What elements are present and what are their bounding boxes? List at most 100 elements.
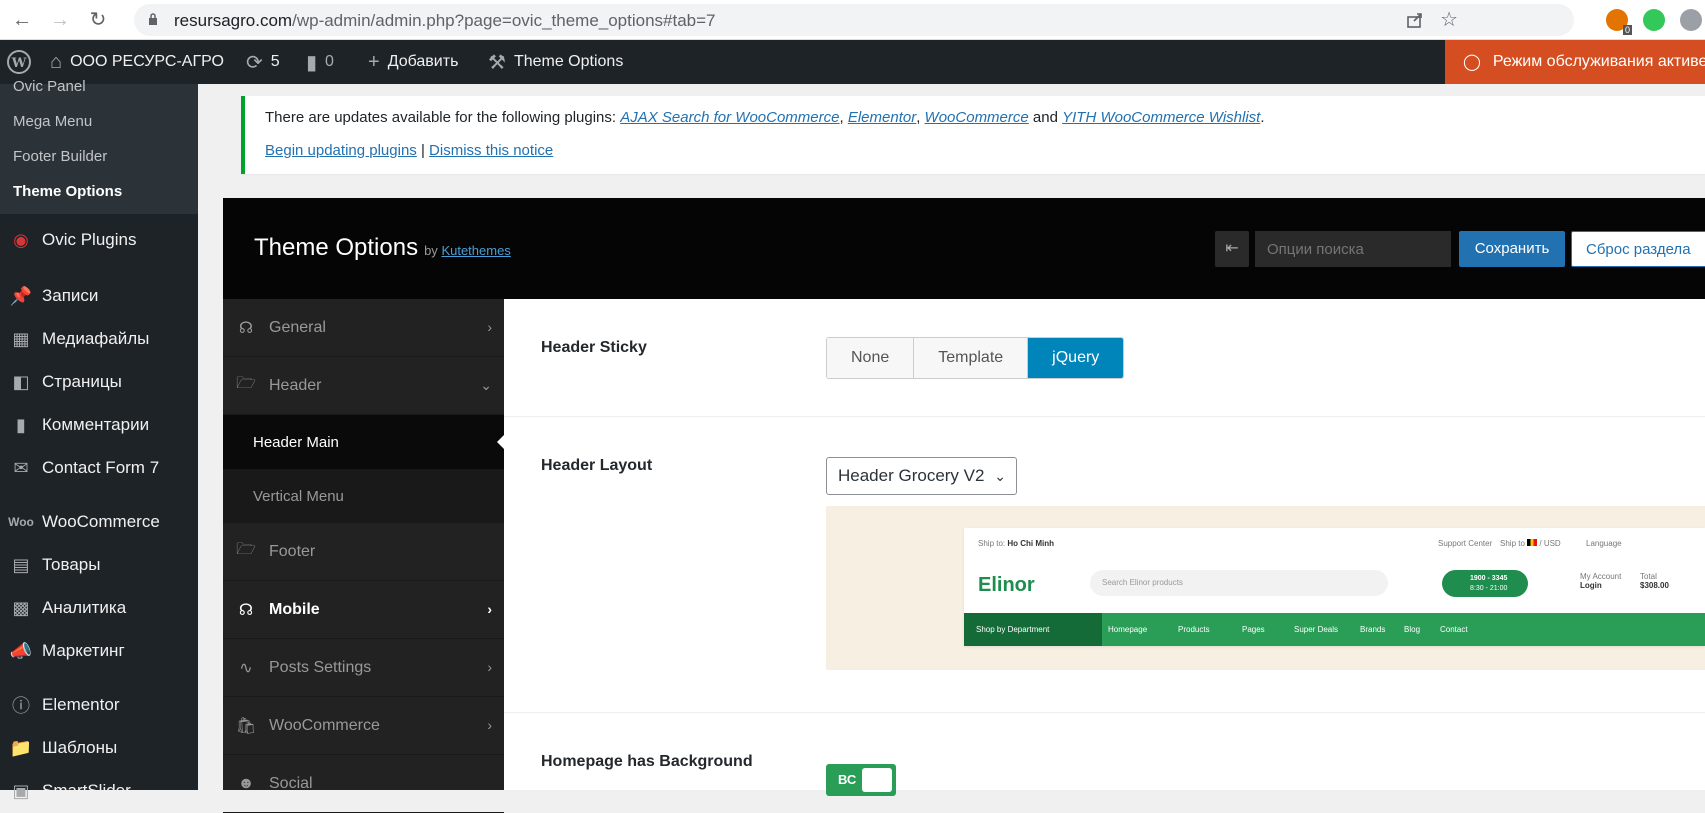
plugin-link-yith-wishlist[interactable]: YITH WooCommerce Wishlist bbox=[1062, 109, 1260, 126]
site-name: ООО РЕСУРС-АГРО bbox=[70, 53, 224, 70]
chevron-down-icon: ⌄ bbox=[994, 468, 1006, 484]
svg-text:W: W bbox=[11, 56, 27, 71]
flag-icon bbox=[1527, 539, 1538, 546]
submenu-theme-options[interactable]: Theme Options bbox=[13, 183, 122, 200]
maintenance-mode-link[interactable]: ◯ Режим обслуживания активен bbox=[1445, 40, 1705, 84]
sidebar-item-label: SmartSlider bbox=[42, 781, 131, 800]
submenu-footer-builder[interactable]: Footer Builder bbox=[13, 148, 107, 165]
updates-count: 5 bbox=[270, 53, 280, 70]
star-icon[interactable]: ☆ bbox=[1440, 7, 1458, 32]
nav-label: Footer bbox=[269, 542, 316, 560]
reset-section-button[interactable]: Сброс раздела bbox=[1571, 231, 1705, 267]
homepage-bg-toggle[interactable]: ВС bbox=[826, 764, 896, 796]
share-icon[interactable] bbox=[1406, 11, 1424, 29]
add-new-link[interactable]: + Добавить bbox=[368, 40, 458, 84]
sidebar-item-posts[interactable]: 📌 Записи bbox=[0, 276, 198, 316]
url-path: /wp-admin/admin.php?page=ovic_theme_opti… bbox=[292, 11, 716, 30]
url-text: resursagro.com/wp-admin/admin.php?page=o… bbox=[174, 11, 716, 31]
comments-link[interactable]: ▮ 0 bbox=[306, 40, 334, 84]
sidebar-item-products[interactable]: ▤ Товары bbox=[0, 545, 198, 585]
lock-icon bbox=[149, 13, 157, 25]
sidebar-item-media[interactable]: ▦ Медиафайлы bbox=[0, 319, 198, 359]
sidebar-item-label: WooCommerce bbox=[42, 512, 160, 531]
preview-menu-item: Contact bbox=[1440, 625, 1468, 634]
sidebar-item-analytics[interactable]: ▩ Аналитика bbox=[0, 588, 198, 628]
nav-vertical-menu[interactable]: Vertical Menu bbox=[223, 469, 504, 523]
begin-updating-link[interactable]: Begin updating plugins bbox=[265, 142, 417, 159]
nav-footer[interactable]: 🗁 Footer bbox=[223, 523, 504, 581]
chevron-right-icon: › bbox=[487, 601, 492, 617]
updates-link[interactable]: ⟳ 5 bbox=[246, 40, 280, 84]
header-layout-select[interactable]: Header Grocery V2 ⌄ bbox=[826, 457, 1017, 495]
option-jquery[interactable]: jQuery bbox=[1028, 338, 1124, 378]
nav-header-main[interactable]: Header Main bbox=[223, 415, 504, 469]
nav-label: Header Main bbox=[253, 433, 339, 451]
author-link[interactable]: Kutethemes bbox=[441, 243, 510, 258]
sidebar-item-label: Записи bbox=[42, 286, 99, 305]
preview-menu-item: Homepage bbox=[1108, 625, 1148, 634]
expand-all-icon[interactable]: ⇤ bbox=[1215, 231, 1249, 267]
extension-icon[interactable]: 0 bbox=[1606, 9, 1632, 35]
arrow-right-icon[interactable]: → bbox=[48, 8, 72, 32]
option-template[interactable]: Template bbox=[914, 338, 1029, 378]
theme-options-link[interactable]: ⚒ Theme Options bbox=[488, 40, 623, 84]
preview-language: Language bbox=[1586, 539, 1622, 548]
globe-icon[interactable] bbox=[1680, 9, 1702, 31]
arrow-left-icon[interactable]: ← bbox=[10, 8, 34, 32]
nav-header[interactable]: 🗁 Header ⌄ bbox=[223, 357, 504, 415]
submenu-mega-menu[interactable]: Mega Menu bbox=[13, 113, 92, 130]
preview-phone-number: 1900 - 3345 bbox=[1470, 575, 1508, 582]
sidebar-item-marketing[interactable]: 📣 Маркетинг bbox=[0, 631, 198, 671]
address-bar[interactable]: resursagro.com/wp-admin/admin.php?page=o… bbox=[134, 4, 1574, 36]
sidebar-item-comments[interactable]: ▮ Комментарии bbox=[0, 405, 198, 445]
chevron-right-icon: › bbox=[487, 319, 492, 335]
mail-icon: ✉ bbox=[13, 457, 29, 478]
comments-count: 0 bbox=[325, 53, 334, 70]
option-none[interactable]: None bbox=[827, 338, 915, 378]
sidebar-item-contact-form[interactable]: ✉ Contact Form 7 bbox=[0, 448, 198, 488]
plugin-link-elementor[interactable]: Elementor bbox=[848, 109, 916, 126]
preview-dept: Shop by Department bbox=[964, 613, 1102, 646]
notice-text: There are updates available for the foll… bbox=[265, 109, 617, 126]
sidebar-item-templates[interactable]: 📁 Шаблоны bbox=[0, 728, 198, 768]
submenu-ovic-panel[interactable]: Ovic Panel bbox=[13, 78, 86, 95]
folder-icon: 📁 bbox=[9, 737, 33, 758]
megaphone-icon: 📣 bbox=[9, 640, 33, 661]
nav-posts-settings[interactable]: ∿ Posts Settings › bbox=[223, 639, 504, 697]
hammer-icon: ⚒ bbox=[488, 51, 506, 74]
sidebar-item-smartslider[interactable]: ▣ SmartSlider bbox=[0, 771, 198, 811]
options-content: Header Sticky None Template jQuery Heade… bbox=[504, 299, 1705, 796]
preview-search-placeholder: Search Elinor products bbox=[1102, 578, 1183, 587]
sidebar-item-woocommerce[interactable]: Woo WooCommerce bbox=[0, 502, 198, 542]
header-layout-label: Header Layout bbox=[541, 457, 653, 474]
appearance-submenu: Ovic Panel Mega Menu Footer Builder Them… bbox=[0, 78, 198, 214]
preview-hours: 8:30 - 21:00 bbox=[1470, 585, 1508, 592]
thumbs-up-extension-icon[interactable] bbox=[1643, 9, 1665, 31]
rss-icon: ∿ bbox=[239, 659, 253, 677]
sidebar-item-label: Аналитика bbox=[42, 598, 127, 617]
nav-woocommerce[interactable]: 🛍 WooCommerce › bbox=[223, 697, 504, 755]
browser-toolbar: ← → ↻ resursagro.com/wp-admin/admin.php?… bbox=[0, 0, 1705, 40]
nav-general[interactable]: ☊ General › bbox=[223, 299, 504, 357]
extension-badge: 0 bbox=[1622, 25, 1632, 35]
sidebar-item-elementor[interactable]: ⓘ Elementor bbox=[0, 685, 198, 725]
preview-menu-item: Brands bbox=[1360, 625, 1386, 634]
theme-options-nav: ☊ General › 🗁 Header ⌄ Header Main Vertical … bbox=[223, 299, 504, 813]
sidebar-item-label: Ovic Plugins bbox=[42, 230, 137, 249]
url-domain: resursagro.com bbox=[174, 11, 293, 30]
plugin-link-ajax-search[interactable]: AJAX Search for WooCommerce bbox=[620, 109, 839, 126]
preview-phone: 1900 - 3345 8:30 - 21:00 bbox=[1442, 570, 1528, 597]
sidebar-item-pages[interactable]: ◧ Страницы bbox=[0, 362, 198, 402]
elementor-icon: ⓘ bbox=[12, 696, 30, 716]
nav-mobile[interactable]: ☊ Mobile › bbox=[223, 581, 504, 639]
nav-social[interactable]: ☻ Social bbox=[223, 755, 504, 813]
header-sticky-buttonset: None Template jQuery bbox=[826, 337, 1125, 379]
dismiss-notice-link[interactable]: Dismiss this notice bbox=[429, 142, 553, 159]
sidebar-item-ovic-plugins[interactable]: ◉ Ovic Plugins bbox=[0, 220, 198, 260]
save-button[interactable]: Сохранить bbox=[1459, 231, 1565, 267]
plugin-link-woocommerce[interactable]: WooCommerce bbox=[925, 109, 1029, 126]
wordpress-icon: ☊ bbox=[238, 601, 254, 619]
options-search-input[interactable] bbox=[1255, 231, 1451, 267]
page-title: Theme Options by Kutethemes bbox=[254, 234, 511, 262]
reload-icon[interactable]: ↻ bbox=[86, 8, 110, 32]
